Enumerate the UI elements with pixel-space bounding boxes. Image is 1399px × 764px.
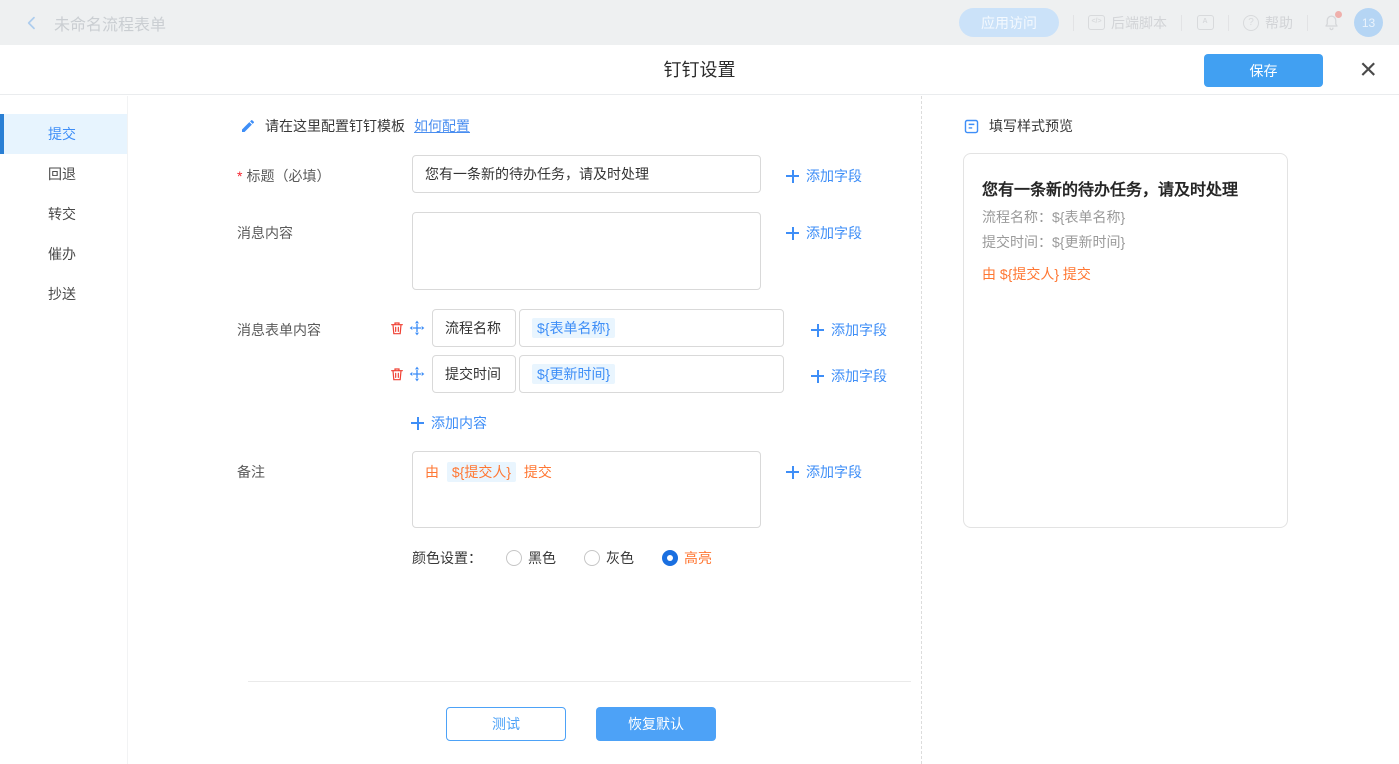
remark-prefix: 由 <box>425 464 439 480</box>
remark-suffix: 提交 <box>524 464 552 480</box>
form-row-key-input[interactable] <box>432 355 516 393</box>
app-access-button[interactable]: 应用访问 <box>959 8 1059 37</box>
message-content-textarea[interactable] <box>412 212 761 290</box>
move-icon[interactable] <box>409 366 425 382</box>
sidebar-item-urge[interactable]: 催办 <box>0 234 127 274</box>
contacts-button[interactable]: A <box>1196 14 1214 32</box>
radio-checked-icon[interactable] <box>662 550 678 566</box>
required-mark: * <box>237 168 242 184</box>
notification-dot <box>1335 11 1342 18</box>
help-button[interactable]: ? 帮助 <box>1243 13 1293 33</box>
delete-icon[interactable] <box>389 366 405 382</box>
title-field-label: *标题（必填） <box>237 166 330 186</box>
add-field-message-link[interactable]: 添加字段 <box>786 223 862 243</box>
variable-tag: ${提交人} <box>447 462 516 482</box>
settings-sidebar: 提交 回退 转交 催办 抄送 <box>0 96 128 764</box>
add-field-remark-link[interactable]: 添加字段 <box>786 462 862 482</box>
message-form-label: 消息表单内容 <box>237 320 321 340</box>
color-setting-row: 颜色设置： 黑色 灰色 高亮 <box>412 548 712 568</box>
radio-option-highlight[interactable]: 高亮 <box>662 548 712 568</box>
radio-icon[interactable] <box>584 550 600 566</box>
sidebar-item-submit[interactable]: 提交 <box>0 114 127 154</box>
dialog-title: 钉钉设置 <box>0 45 1399 95</box>
add-field-row1-link[interactable]: 添加字段 <box>811 320 887 340</box>
config-note: 请在这里配置钉钉模板 <box>265 116 405 136</box>
add-field-title-link[interactable]: 添加字段 <box>786 166 862 186</box>
topbar-divider <box>1228 15 1229 31</box>
move-icon[interactable] <box>409 320 425 336</box>
variable-tag: ${表单名称} <box>532 318 615 338</box>
preview-footer: 由 ${提交人} 提交 <box>982 264 1091 284</box>
plus-icon <box>786 170 799 183</box>
backend-script-button[interactable]: </> 后端脚本 <box>1088 13 1167 33</box>
delete-icon[interactable] <box>389 320 405 336</box>
sidebar-item-cc[interactable]: 抄送 <box>0 274 127 314</box>
restore-default-button[interactable]: 恢复默认 <box>596 707 716 741</box>
edit-icon <box>240 118 256 134</box>
form-row-key-input[interactable] <box>432 309 516 347</box>
contacts-icon: A <box>1197 15 1214 30</box>
preview-doc-icon <box>963 118 980 135</box>
help-icon: ? <box>1243 15 1259 31</box>
workflow-doc-title: 未命名流程表单 <box>54 11 166 35</box>
help-label: 帮助 <box>1265 13 1293 33</box>
form-row-value-input[interactable]: ${表单名称} <box>519 309 784 347</box>
plus-icon <box>786 466 799 479</box>
add-content-link[interactable]: 添加内容 <box>411 413 487 433</box>
radio-option-gray[interactable]: 灰色 <box>584 548 634 568</box>
preview-line-submit-time: 提交时间：${更新时间} <box>982 232 1125 252</box>
remark-label: 备注 <box>237 462 265 482</box>
avatar[interactable]: 13 <box>1354 8 1383 37</box>
plus-icon <box>811 324 824 337</box>
add-field-row2-link[interactable]: 添加字段 <box>811 366 887 386</box>
topbar: 未命名流程表单 应用访问 </> 后端脚本 A ? 帮助 13 <box>0 0 1399 45</box>
topbar-divider <box>1181 15 1182 31</box>
footer-divider <box>248 681 911 682</box>
close-icon[interactable]: × <box>1359 49 1377 91</box>
notifications-button[interactable] <box>1322 14 1340 32</box>
dingtalk-settings-dialog: 钉钉设置 保存 × 提交 回退 转交 催办 抄送 请在这里配置钉钉模板 如何配置… <box>0 45 1399 764</box>
title-input[interactable] <box>412 155 761 193</box>
how-to-configure-link[interactable]: 如何配置 <box>414 116 470 136</box>
topbar-divider <box>1073 15 1074 31</box>
plus-icon <box>811 370 824 383</box>
color-setting-label: 颜色设置： <box>412 548 482 568</box>
sidebar-item-transfer[interactable]: 转交 <box>0 194 127 234</box>
plus-icon <box>786 227 799 240</box>
code-icon: </> <box>1088 15 1105 30</box>
plus-icon <box>411 417 424 430</box>
preview-panel: 填写样式预览 您有一条新的待办任务，请及时处理 流程名称：${表单名称} 提交时… <box>922 96 1399 764</box>
topbar-divider <box>1307 15 1308 31</box>
back-chevron-icon[interactable] <box>24 15 40 31</box>
message-content-label: 消息内容 <box>237 223 293 243</box>
test-button[interactable]: 测试 <box>446 707 566 741</box>
preview-line-flow-name: 流程名称：${表单名称} <box>982 207 1125 227</box>
save-button[interactable]: 保存 <box>1204 54 1323 87</box>
preview-title: 您有一条新的待办任务，请及时处理 <box>982 176 1272 200</box>
form-row-value-input[interactable]: ${更新时间} <box>519 355 784 393</box>
radio-icon[interactable] <box>506 550 522 566</box>
variable-tag: ${更新时间} <box>532 364 615 384</box>
preview-card: 您有一条新的待办任务，请及时处理 流程名称：${表单名称} 提交时间：${更新时… <box>963 153 1288 528</box>
sidebar-item-rollback[interactable]: 回退 <box>0 154 127 194</box>
template-config-panel: 请在这里配置钉钉模板 如何配置 *标题（必填） 添加字段 消息内容 添加字段 消… <box>128 96 922 764</box>
radio-option-black[interactable]: 黑色 <box>506 548 556 568</box>
backend-script-label: 后端脚本 <box>1111 13 1167 33</box>
remark-textarea[interactable]: 由 ${提交人} 提交 <box>412 451 761 528</box>
preview-header: 填写样式预览 <box>989 116 1073 136</box>
dialog-header: 钉钉设置 保存 × <box>0 45 1399 95</box>
